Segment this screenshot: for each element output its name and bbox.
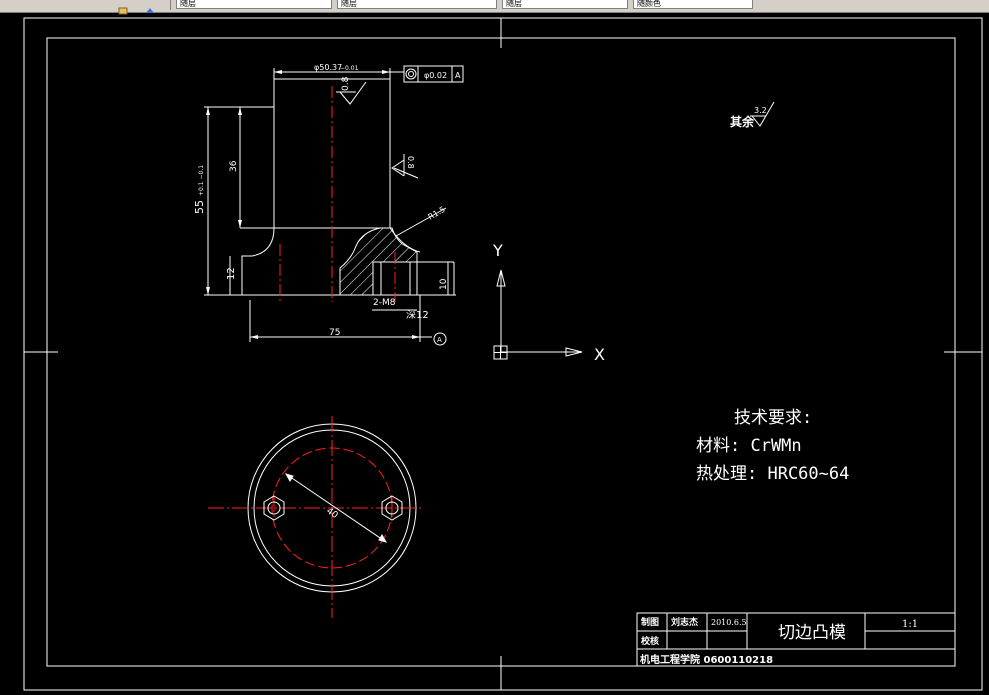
requirements-material: 材料: CrWMn: [696, 436, 802, 456]
front-view: φ50.37 −0.01 φ0.02 A 0.8 0.8 36 55 +0.1 …: [193, 63, 464, 346]
layer-dropdown[interactable]: 随层: [176, 0, 332, 9]
drawn-date: 2010.6.5: [711, 618, 747, 627]
check-label: 校核: [641, 635, 659, 647]
roughness-side: 0.8: [406, 156, 415, 169]
rest-roughness-note: 其余 3.2: [730, 101, 775, 129]
school-info: 机电工程学院 0600110218: [640, 653, 773, 666]
color-dropdown[interactable]: 随层: [337, 0, 497, 9]
rest-roughness-value: 3.2: [754, 106, 767, 115]
requirements-heading: 技术要求:: [734, 408, 812, 428]
cad-drawing-canvas[interactable]: φ50.37 −0.01 φ0.02 A 0.8 0.8 36 55 +0.1 …: [0, 12, 989, 695]
requirements-heat-treatment: 热处理: HRC60~64: [696, 464, 849, 484]
ucs-icon: [493, 269, 583, 360]
dim-radius: R1.5: [427, 205, 447, 222]
dim-width-75: 75: [329, 328, 340, 338]
dim-height-55-tol: +0.1 −0.1: [198, 165, 205, 196]
linetype-dropdown[interactable]: 随层: [502, 0, 628, 9]
drawn-name: 刘志杰: [671, 616, 698, 628]
top-view: 40: [208, 416, 424, 618]
datum-a-label: A: [437, 336, 442, 344]
dim-thread: 2-M8: [373, 298, 396, 308]
title-block: 制图 刘志杰 2010.6.5 校核 切边凸模 1:1 机电工程学院 06001…: [636, 612, 956, 667]
roughness-top: 0.8: [341, 76, 351, 91]
tolerance-datum: A: [455, 71, 461, 80]
technical-requirements: 技术要求: 材料: CrWMn 热处理: HRC60~64: [696, 408, 849, 484]
dim-height-55: 55: [193, 200, 206, 214]
dim-height-12: 12: [226, 267, 237, 280]
axis-x-label: X: [594, 345, 605, 364]
tolerance-value: φ0.02: [424, 71, 447, 80]
part-name: 切边凸模: [778, 623, 846, 643]
layer-icon[interactable]: [118, 0, 128, 15]
dim-depth-10: 10: [439, 278, 449, 290]
drawing-frame: [23, 17, 983, 691]
dim-top-diameter-tol: −0.01: [340, 65, 359, 72]
layer-state-icon[interactable]: [145, 0, 155, 13]
axis-y-label: Y: [492, 241, 503, 260]
section-hatch: [339, 227, 418, 296]
drawn-label: 制图: [641, 616, 659, 628]
lineweight-dropdown[interactable]: 随颜色: [633, 0, 753, 9]
dim-height-36: 36: [229, 160, 239, 172]
dim-depth-label: 深12: [406, 309, 429, 321]
dim-top-diameter: φ50.37: [314, 63, 342, 72]
toolbar-separator: [170, 0, 171, 10]
scale-value: 1:1: [902, 619, 918, 630]
